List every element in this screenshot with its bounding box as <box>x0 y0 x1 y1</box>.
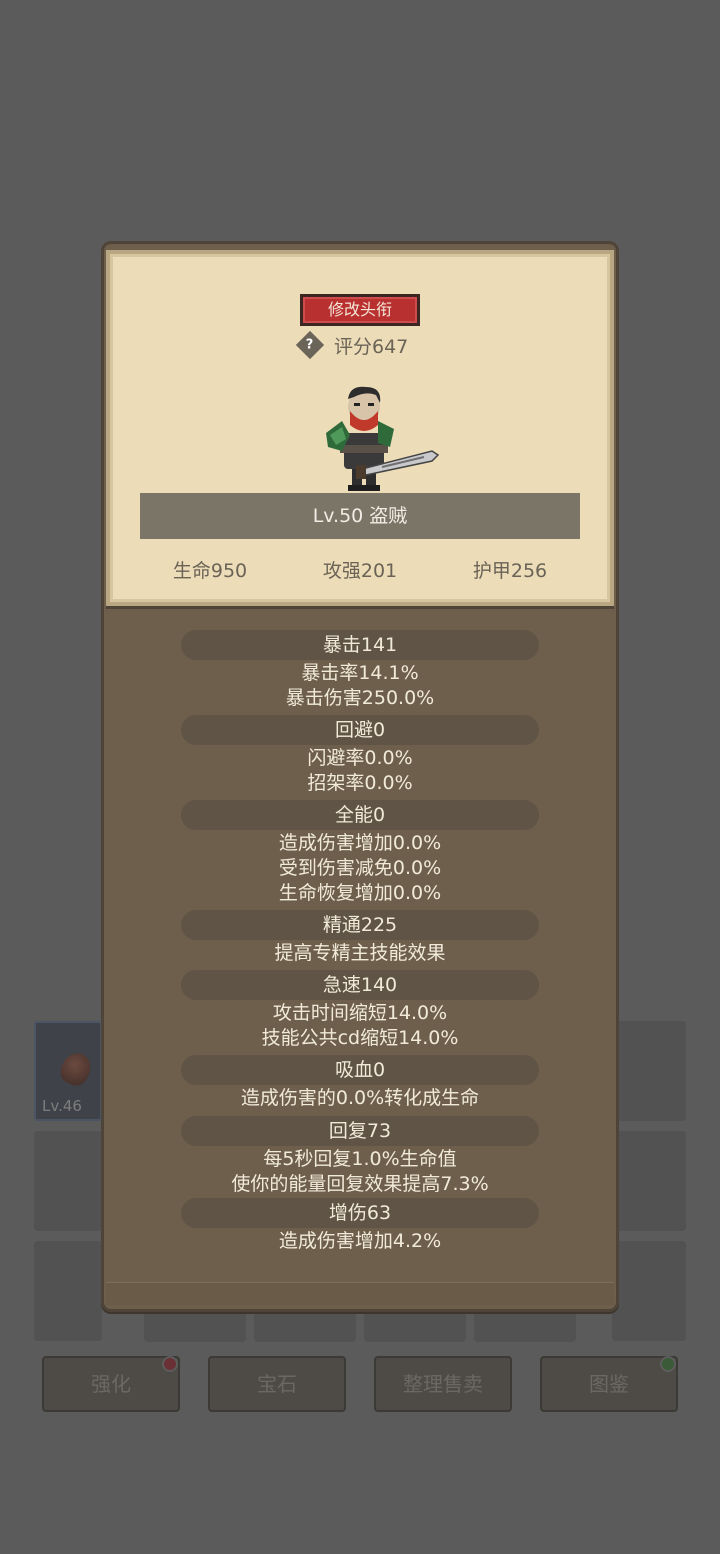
stat-line: 造成伤害的0.0%转化成生命 <box>240 1087 480 1109</box>
codex-button[interactable]: 图鉴 <box>540 1356 678 1412</box>
sort-sell-button[interactable]: 整理售卖 <box>374 1356 512 1412</box>
stat-header: 急速140 <box>181 970 539 1000</box>
stat-header: 增伤63 <box>181 1198 539 1228</box>
stat-line: 闪避率0.0% <box>307 747 413 769</box>
score-row: ? 评分647 <box>295 330 409 360</box>
stat-header: 暴击141 <box>181 630 539 660</box>
level-class-banner: Lv.50 盗贼 <box>140 493 580 539</box>
inventory-slot[interactable] <box>612 1241 686 1341</box>
stat-line: 生命恢复增加0.0% <box>278 882 442 904</box>
inventory-slot[interactable] <box>612 1021 686 1121</box>
inventory-slot[interactable] <box>34 1241 102 1341</box>
stat-header: 全能0 <box>181 800 539 830</box>
inventory-item-slot[interactable]: Lv.46 <box>34 1021 102 1121</box>
new-badge-icon <box>660 1356 676 1372</box>
help-icon[interactable]: ? <box>295 330 325 360</box>
hero-character-sprite <box>326 386 440 491</box>
stat-line: 提高专精主技能效果 <box>274 942 446 964</box>
inventory-slot[interactable] <box>474 1312 576 1342</box>
inventory-item-level: Lv.46 <box>42 1097 82 1115</box>
stat-line: 造成伤害增加0.0% <box>278 832 442 854</box>
stat-header: 吸血0 <box>181 1055 539 1085</box>
score-text: 评分647 <box>334 335 409 358</box>
stat-line: 技能公共cd缩短14.0% <box>261 1027 459 1049</box>
stat-line: 使你的能量回复效果提高7.3% <box>231 1173 489 1195</box>
panel-footer <box>106 1282 614 1305</box>
enhance-button[interactable]: 强化 <box>42 1356 180 1412</box>
gem-icon <box>56 1048 96 1090</box>
inventory-slot[interactable] <box>612 1131 686 1231</box>
stat-line: 暴击率14.1% <box>301 662 419 684</box>
edit-title-button[interactable]: 修改头衔 <box>300 294 420 326</box>
stat-line: 每5秒回复1.0%生命值 <box>263 1148 457 1170</box>
inventory-slot[interactable] <box>364 1312 466 1342</box>
gem-button[interactable]: 宝石 <box>208 1356 346 1412</box>
stat-line: 攻击时间缩短14.0% <box>272 1002 448 1024</box>
armor-stat: 护甲256 <box>472 560 548 582</box>
stat-line: 招架率0.0% <box>307 772 413 794</box>
alert-badge-icon <box>162 1356 178 1372</box>
stat-header: 精通225 <box>181 910 539 940</box>
attack-stat: 攻强201 <box>322 560 398 582</box>
stat-line: 受到伤害减免0.0% <box>278 857 442 879</box>
inventory-slot[interactable] <box>254 1312 356 1342</box>
stat-header: 回复73 <box>181 1116 539 1146</box>
stat-line: 暴击伤害250.0% <box>285 687 435 709</box>
inventory-slot[interactable] <box>144 1312 246 1342</box>
stat-header: 回避0 <box>181 715 539 745</box>
stat-line: 造成伤害增加4.2% <box>278 1230 442 1252</box>
hp-stat: 生命950 <box>172 560 248 582</box>
inventory-slot[interactable] <box>34 1131 102 1231</box>
